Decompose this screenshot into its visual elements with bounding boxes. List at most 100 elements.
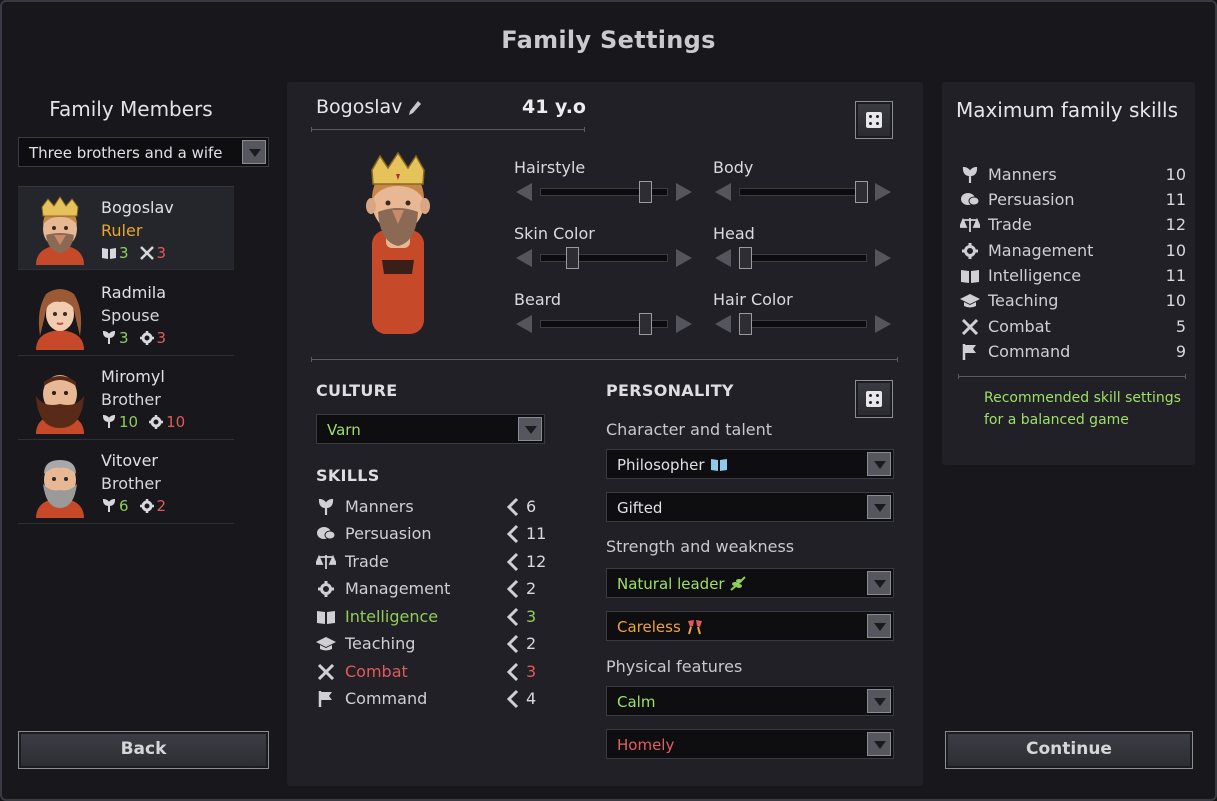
member-name: Radmila bbox=[101, 283, 167, 302]
family-preset-dropdown[interactable]: Three brothers and a wife bbox=[18, 137, 269, 167]
spouse-avatar bbox=[36, 289, 84, 350]
member-role: Brother bbox=[101, 390, 161, 409]
member-stat-management: 10 bbox=[166, 413, 186, 431]
culture-dropdown[interactable]: Varn bbox=[316, 414, 545, 444]
continue-button[interactable]: Continue bbox=[945, 731, 1193, 769]
book-icon bbox=[711, 459, 727, 471]
chevron-down-icon[interactable] bbox=[867, 452, 891, 476]
max-skill-management: Management 10 bbox=[960, 240, 1186, 262]
max-skill-manners: Manners 10 bbox=[960, 164, 1186, 186]
chevron-down-icon[interactable] bbox=[867, 614, 891, 638]
divider bbox=[311, 127, 585, 132]
chevron-down-icon[interactable] bbox=[518, 417, 542, 441]
decrease-skill-button[interactable] bbox=[506, 524, 520, 544]
decrease-skill-button[interactable] bbox=[506, 662, 520, 682]
family-preset-value: Three brothers and a wife bbox=[29, 144, 223, 162]
management-icon bbox=[962, 243, 978, 259]
recommendation-text: Recommended skill settings for a balance… bbox=[984, 390, 1181, 428]
member-role: Spouse bbox=[101, 306, 160, 325]
slider-label: Beard bbox=[514, 290, 562, 309]
hairstyle-slider[interactable] bbox=[516, 181, 692, 203]
chevron-down-icon[interactable] bbox=[867, 689, 891, 713]
family-member-radmila[interactable]: Radmila Spouse 3 3 bbox=[18, 272, 234, 356]
slider-thumb[interactable] bbox=[638, 313, 652, 335]
slider-thumb[interactable] bbox=[565, 247, 579, 269]
weakness-dropdown[interactable]: Careless bbox=[606, 611, 894, 641]
randomize-appearance-button[interactable] bbox=[855, 101, 893, 139]
body-slider[interactable] bbox=[715, 181, 891, 203]
character-trait-dropdown[interactable]: Philosopher bbox=[606, 449, 894, 479]
arrow-right-icon[interactable] bbox=[875, 249, 891, 267]
arrow-right-icon[interactable] bbox=[875, 183, 891, 201]
max-skills-heading: Maximum family skills bbox=[955, 98, 1179, 122]
head-slider[interactable] bbox=[715, 247, 891, 269]
family-member-miromyl[interactable]: Miromyl Brother 10 10 bbox=[18, 356, 234, 440]
chevron-down-icon[interactable] bbox=[242, 140, 266, 164]
command-icon bbox=[962, 344, 976, 360]
divider bbox=[311, 357, 898, 362]
strength-weakness-label: Strength and weakness bbox=[606, 537, 795, 556]
chevron-down-icon[interactable] bbox=[867, 571, 891, 595]
arrow-left-icon[interactable] bbox=[516, 315, 532, 333]
slider-thumb[interactable] bbox=[855, 181, 868, 203]
physical-feature-value-2: Homely bbox=[617, 736, 675, 754]
member-stat-manners: 3 bbox=[119, 329, 129, 347]
arrow-left-icon[interactable] bbox=[715, 183, 731, 201]
skill-manners: Manners 6 bbox=[316, 496, 546, 518]
decrease-skill-button[interactable] bbox=[506, 497, 520, 517]
hair-color-slider[interactable] bbox=[715, 313, 891, 335]
skin-color-slider[interactable] bbox=[516, 247, 692, 269]
member-name: Vitover bbox=[101, 451, 158, 470]
arrow-left-icon[interactable] bbox=[715, 249, 731, 267]
teaching-icon bbox=[316, 637, 336, 651]
arrow-left-icon[interactable] bbox=[516, 183, 532, 201]
combat-icon bbox=[139, 246, 154, 260]
chevron-down-icon[interactable] bbox=[867, 732, 891, 756]
arrow-right-icon[interactable] bbox=[676, 315, 692, 333]
member-stat-management: 2 bbox=[156, 497, 167, 515]
physical-feature-dropdown-2[interactable]: Homely bbox=[606, 729, 894, 759]
beard-slider[interactable] bbox=[516, 313, 692, 335]
slider-thumb[interactable] bbox=[739, 313, 752, 335]
pencil-icon[interactable] bbox=[408, 100, 422, 116]
skill-teaching: Teaching 2 bbox=[316, 633, 546, 655]
family-member-vitover[interactable]: Vitover Brother 6 2 bbox=[18, 440, 234, 524]
arrow-right-icon[interactable] bbox=[676, 183, 692, 201]
persuasion-icon bbox=[961, 193, 980, 206]
decrease-skill-button[interactable] bbox=[506, 689, 520, 709]
member-stat-management: 3 bbox=[156, 329, 167, 347]
max-skill-command: Command 9 bbox=[960, 341, 1186, 363]
member-role: Ruler bbox=[101, 221, 143, 240]
character-talent-label: Character and talent bbox=[606, 420, 773, 439]
decrease-skill-button[interactable] bbox=[506, 579, 520, 599]
culture-heading: CULTURE bbox=[316, 381, 398, 400]
arrow-right-icon[interactable] bbox=[676, 249, 692, 267]
strength-value: Natural leader bbox=[617, 575, 725, 593]
chevron-down-icon[interactable] bbox=[867, 495, 891, 519]
arrow-left-icon[interactable] bbox=[516, 249, 532, 267]
back-button[interactable]: Back bbox=[18, 731, 269, 769]
arrow-left-icon[interactable] bbox=[715, 315, 731, 333]
randomize-personality-button[interactable] bbox=[855, 380, 893, 418]
page-title: Family Settings bbox=[501, 26, 716, 54]
decrease-skill-button[interactable] bbox=[506, 634, 520, 654]
character-name[interactable]: Bogoslav bbox=[316, 96, 402, 118]
skill-combat: Combat 3 bbox=[316, 661, 546, 683]
culture-value: Varn bbox=[327, 421, 361, 439]
teaching-icon bbox=[960, 294, 980, 308]
member-name: Bogoslav bbox=[101, 198, 174, 217]
family-member-bogoslav[interactable]: Bogoslav Ruler 3 3 bbox=[18, 186, 234, 270]
manners-icon bbox=[318, 499, 334, 515]
member-stat-manners: 10 bbox=[119, 413, 139, 431]
slider-thumb[interactable] bbox=[638, 181, 652, 203]
arrow-right-icon[interactable] bbox=[875, 315, 891, 333]
talent-dropdown[interactable]: Gifted bbox=[606, 492, 894, 522]
physical-feature-dropdown-1[interactable]: Calm bbox=[606, 686, 894, 716]
slider-thumb[interactable] bbox=[739, 247, 752, 269]
intelligence-icon bbox=[317, 611, 335, 624]
member-role: Brother bbox=[101, 474, 161, 493]
decrease-skill-button[interactable] bbox=[506, 552, 520, 572]
decrease-skill-button[interactable] bbox=[506, 607, 520, 627]
strength-dropdown[interactable]: Natural leader bbox=[606, 568, 894, 598]
personality-heading: PERSONALITY bbox=[606, 381, 734, 400]
